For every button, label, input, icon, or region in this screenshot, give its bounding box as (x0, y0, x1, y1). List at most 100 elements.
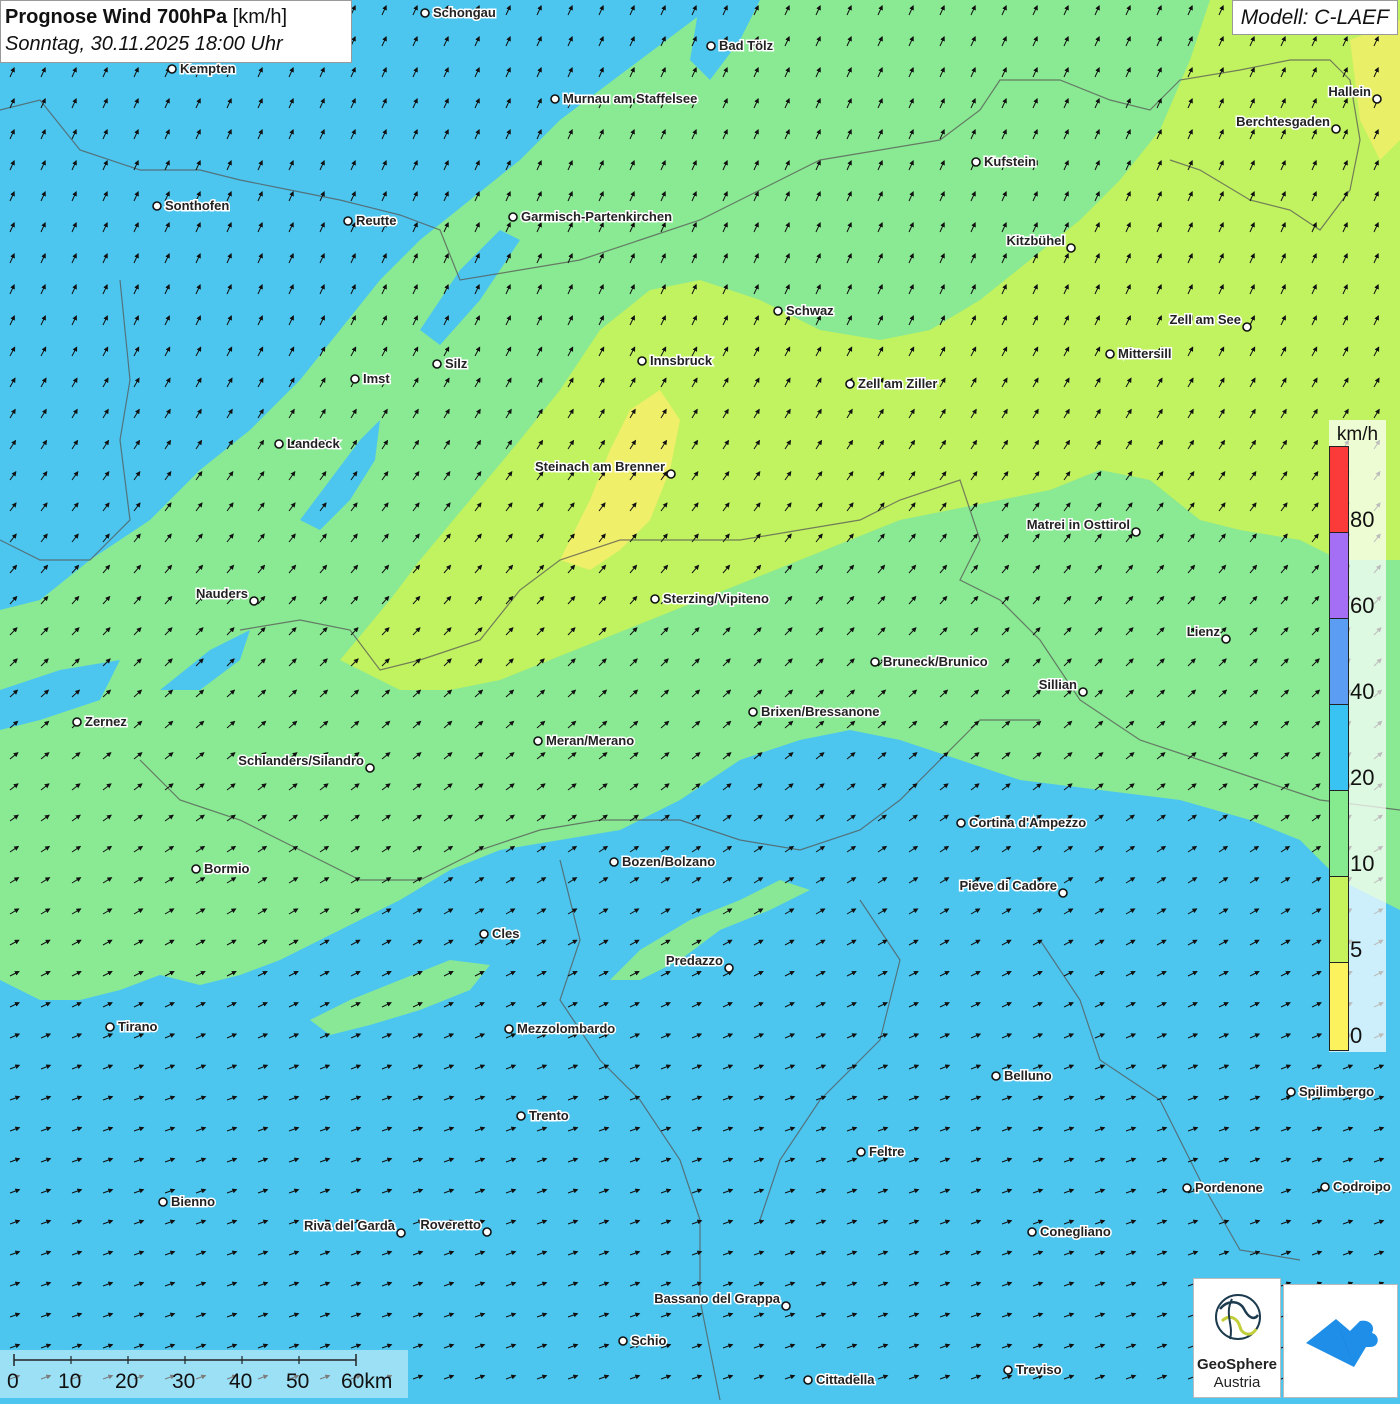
city-marker[interactable]: Bruneck/Brunico (870, 653, 989, 671)
city-dot[interactable] (432, 359, 442, 369)
city-dot[interactable] (365, 763, 375, 773)
geosphere-logo[interactable]: GeoSphere Austria (1193, 1278, 1281, 1398)
city-dot[interactable] (666, 469, 676, 479)
city-dot[interactable] (1372, 94, 1382, 104)
city-label: Zell am See (1169, 312, 1241, 327)
city-dot[interactable] (550, 94, 560, 104)
city-label: Mezzolombardo (517, 1021, 615, 1036)
city-marker[interactable]: Brixen/Bressanone (748, 703, 881, 721)
city-dot[interactable] (152, 201, 162, 211)
city-dot[interactable] (971, 157, 981, 167)
city-label: Sonthofen (165, 198, 229, 213)
scale-label-60km: 60km (341, 1370, 393, 1393)
app-logo[interactable] (1283, 1284, 1398, 1398)
city-label: Kempten (180, 61, 236, 76)
city-marker[interactable]: Schongau (420, 4, 497, 22)
geosphere-emblem-icon (1215, 1294, 1261, 1340)
city-label: Bassano del Grappa (654, 1291, 780, 1306)
city-dot[interactable] (706, 41, 716, 51)
city-dot[interactable] (991, 1071, 1001, 1081)
legend-tick-20: 20 (1350, 765, 1375, 790)
city-dot[interactable] (748, 707, 758, 717)
city-marker[interactable]: Spilimbergo (1286, 1083, 1376, 1101)
city-marker[interactable]: Zell am Ziller (845, 375, 939, 393)
city-label: Innsbruck (650, 353, 713, 368)
city-dot[interactable] (516, 1111, 526, 1121)
city-dot[interactable] (1242, 322, 1252, 332)
city-marker[interactable]: Conegliano (1027, 1223, 1112, 1241)
legend-tick-40: 40 (1350, 679, 1375, 704)
geosphere-name: GeoSphere (1196, 1356, 1278, 1373)
city-dot[interactable] (1027, 1227, 1037, 1237)
city-dot[interactable] (167, 64, 177, 74)
city-dot[interactable] (1331, 124, 1341, 134)
city-dot[interactable] (637, 356, 647, 366)
city-label: Steinach am Brenner (535, 459, 665, 474)
city-dot[interactable] (1320, 1182, 1330, 1192)
city-dot[interactable] (191, 864, 201, 874)
city-marker[interactable]: Sonthofen (152, 197, 231, 215)
city-label: Roveretto (420, 1217, 481, 1232)
scale-bar: 0 10 20 30 40 50 60km (0, 1350, 408, 1398)
city-dot[interactable] (350, 374, 360, 384)
city-label: Bad Tölz (719, 38, 774, 53)
city-marker[interactable]: Meran/Merano (533, 732, 636, 750)
city-marker[interactable]: Mezzolombardo (504, 1020, 617, 1038)
city-label: Schio (631, 1333, 666, 1348)
scale-label-20: 20 (115, 1370, 139, 1393)
city-label: Cles (492, 926, 519, 941)
city-dot[interactable] (650, 594, 660, 604)
city-dot[interactable] (956, 818, 966, 828)
city-dot[interactable] (105, 1022, 115, 1032)
city-marker[interactable]: Sterzing/Vipiteno (650, 590, 770, 608)
city-dot[interactable] (1131, 527, 1141, 537)
city-dot[interactable] (72, 717, 82, 727)
city-dot[interactable] (274, 439, 284, 449)
city-dot[interactable] (343, 216, 353, 226)
city-dot[interactable] (420, 8, 430, 18)
city-label: Pieve di Cadore (959, 878, 1057, 893)
city-dot[interactable] (1058, 888, 1068, 898)
city-dot[interactable] (773, 306, 783, 316)
city-dot[interactable] (1066, 243, 1076, 253)
legend-tick-0: 0 (1350, 1023, 1363, 1048)
city-marker[interactable]: Bozen/Bolzano (609, 853, 717, 871)
city-dot[interactable] (781, 1301, 791, 1311)
city-label: Predazzo (666, 953, 723, 968)
city-dot[interactable] (1221, 634, 1231, 644)
city-dot[interactable] (724, 963, 734, 973)
city-dot[interactable] (482, 1227, 492, 1237)
city-dot[interactable] (1003, 1365, 1013, 1375)
city-dot[interactable] (249, 596, 259, 606)
city-label: Nauders (196, 586, 248, 601)
city-marker[interactable]: Garmisch-Partenkirchen (508, 208, 674, 226)
city-dot[interactable] (396, 1228, 406, 1238)
city-dot[interactable] (803, 1375, 813, 1385)
city-label: Meran/Merano (546, 733, 634, 748)
city-dot[interactable] (533, 736, 543, 746)
title-box: Prognose Wind 700hPa [km/h] Sonntag, 30.… (0, 0, 352, 63)
city-marker[interactable]: Pordenone (1182, 1179, 1264, 1197)
city-dot[interactable] (508, 212, 518, 222)
city-marker[interactable]: Innsbruck (637, 352, 714, 370)
forecast-datetime: Sonntag, 30.11.2025 18:00 Uhr (5, 33, 283, 55)
geosphere-country: Austria (1213, 1374, 1261, 1391)
city-label: Pordenone (1195, 1180, 1263, 1195)
city-dot[interactable] (618, 1336, 628, 1346)
wind-map[interactable]: Schongau Bad Tölz Kempten Hallein Murnau am … (0, 0, 1400, 1400)
city-dot[interactable] (158, 1197, 168, 1207)
city-label: Zell am Ziller (858, 376, 937, 391)
city-dot[interactable] (479, 929, 489, 939)
city-dot[interactable] (870, 657, 880, 667)
city-dot[interactable] (1105, 349, 1115, 359)
city-marker[interactable]: Murnau am Staffelsee (550, 90, 699, 108)
city-dot[interactable] (504, 1024, 514, 1034)
city-dot[interactable] (1078, 687, 1088, 697)
city-dot[interactable] (609, 857, 619, 867)
city-dot[interactable] (845, 379, 855, 389)
city-dot[interactable] (856, 1147, 866, 1157)
city-dot[interactable] (1182, 1183, 1192, 1193)
legend-segment-yellow (1329, 962, 1349, 1051)
city-dot[interactable] (1286, 1087, 1296, 1097)
city-marker[interactable]: Cortina d'Ampezzo (956, 814, 1088, 832)
